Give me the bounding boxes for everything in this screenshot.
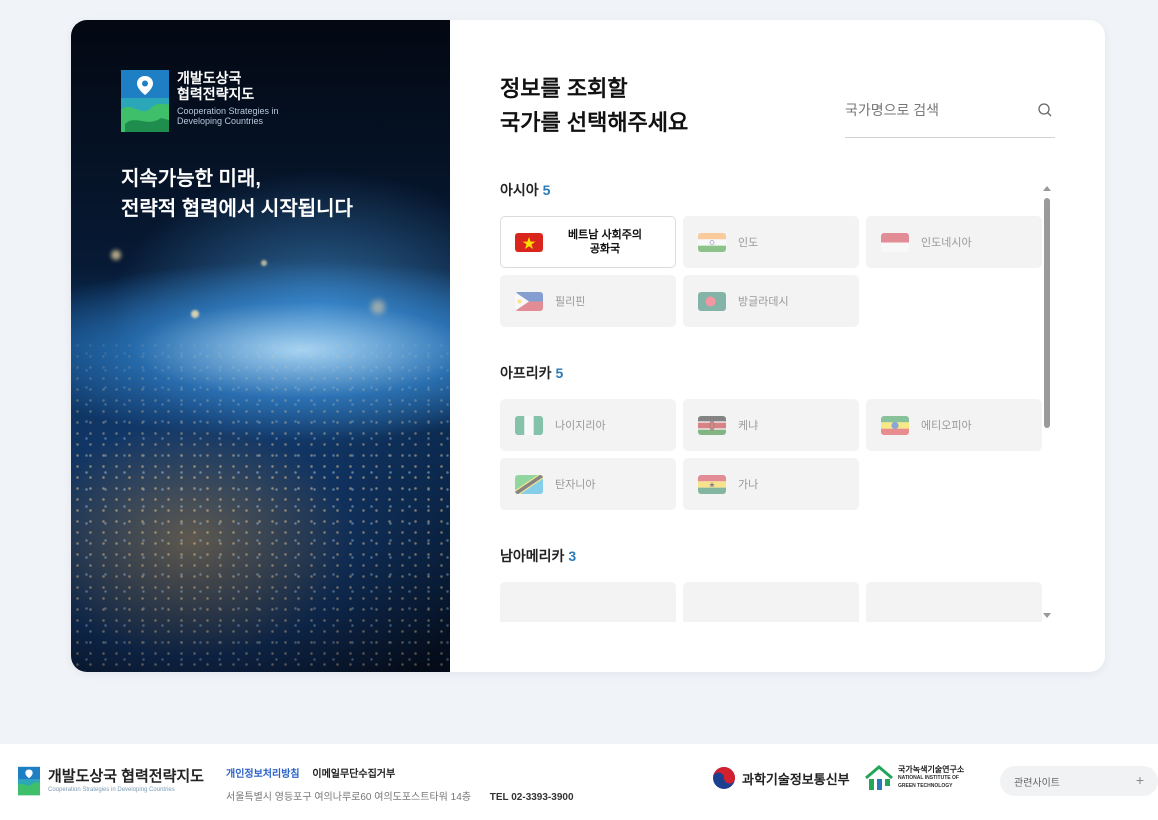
country-select-panel: 정보를 조회할 국가를 선택해주세요 아시아5베트남 사회주의 공화국인도인도네…	[450, 20, 1105, 672]
country-label: 필리핀	[555, 296, 586, 308]
scroll-down-arrow-icon[interactable]	[1043, 613, 1051, 618]
bangladesh-flag-icon	[698, 291, 726, 311]
footer: 개발도상국 협력전략지도 Cooperation Strategies in D…	[0, 744, 1158, 820]
region-name: 남아메리카	[500, 548, 565, 564]
country-option-button[interactable]: 방글라데시	[683, 275, 859, 327]
country-option-button[interactable]: 베트남 사회주의 공화국	[500, 216, 676, 268]
country-label: 나이지리아	[555, 420, 606, 432]
region-section: 아프리카 5 나이지리아 케냐 에티오피아탄자니아 가나	[500, 363, 1045, 510]
brand-name-en: Cooperation Strategies in Developing Cou…	[177, 106, 279, 126]
region-name: 아시아	[500, 182, 539, 198]
country-option-button[interactable]: 나이지리아	[500, 399, 676, 451]
footer-links: 개인정보처리방침 이메일무단수집거부	[226, 765, 395, 780]
country-label: 인도네시아	[921, 237, 972, 249]
footer-brand-ko: 개발도상국 협력전략지도	[48, 768, 204, 785]
region-count: 5	[542, 182, 551, 198]
tanzania-flag-icon	[515, 474, 543, 494]
search-icon[interactable]	[1037, 102, 1053, 118]
footer-brand[interactable]: 개발도상국 협력전략지도 Cooperation Strategies in D…	[18, 766, 204, 796]
search-box	[845, 96, 1055, 138]
country-option-button[interactable]: 케냐	[683, 399, 859, 451]
region-heading: 아시아 5	[500, 180, 1045, 202]
brand-name-ko: 개발도상국 협력전략지도	[177, 70, 255, 102]
main-card: 개발도상국 협력전략지도 Cooperation Strategies in D…	[71, 20, 1105, 672]
country-label: 베트남 사회주의 공화국	[568, 229, 642, 255]
kenya-flag-icon	[698, 415, 726, 435]
bokeh-light	[371, 300, 385, 314]
country-grid: 베트남 사회주의 공화국 인도 인도네시아필리핀 방글라데시	[500, 216, 1045, 327]
footer-brand-en: Cooperation Strategies in Developing Cou…	[48, 787, 175, 793]
map-pin-logo-icon	[121, 70, 169, 132]
region-count: 5	[555, 365, 564, 381]
country-label: 케냐	[738, 420, 759, 432]
country-label: 인도	[738, 237, 759, 249]
nigeria-flag-icon	[515, 415, 543, 435]
country-option-button[interactable]: 에티오피아	[866, 399, 1042, 451]
ghana-flag-icon	[698, 474, 726, 494]
region-name: 아프리카	[500, 365, 552, 381]
map-pin-logo-icon	[18, 766, 40, 796]
country-option-button[interactable]: 가나	[683, 458, 859, 510]
bokeh-light	[261, 260, 267, 266]
country-label: 방글라데시	[738, 296, 789, 308]
country-option-button[interactable]: 필리핀	[500, 275, 676, 327]
india-flag-icon	[698, 232, 726, 252]
country-option-button[interactable]	[683, 582, 859, 622]
region-section: 아시아 5 베트남 사회주의 공화국 인도 인도네시아필리핀 방글라데시	[500, 180, 1045, 327]
hero-panel: 개발도상국 협력전략지도 Cooperation Strategies in D…	[71, 20, 450, 672]
email-policy-link[interactable]: 이메일무단수집거부	[312, 769, 395, 780]
ministry-logo[interactable]: 과학기술정보통신부	[712, 766, 850, 790]
scroll-up-arrow-icon[interactable]	[1043, 186, 1051, 191]
country-option-button[interactable]	[866, 582, 1042, 622]
footer-address: 서울특별시 영등포구 여의나루로60 여의도포스트타워 14층 TEL 02-3…	[226, 788, 574, 803]
country-option-button[interactable]: 인도네시아	[866, 216, 1042, 268]
country-option-button[interactable]: 인도	[683, 216, 859, 268]
country-option-button[interactable]	[500, 582, 676, 622]
brand-logo[interactable]: 개발도상국 협력전략지도 Cooperation Strategies in D…	[121, 70, 279, 132]
hero-title: 지속가능한 미래, 전략적 협력에서 시작됩니다	[121, 168, 353, 220]
region-list[interactable]: 아시아 5 베트남 사회주의 공화국 인도 인도네시아 필리핀 방글라데시 아프리카 5 나이지리…	[500, 180, 1045, 622]
country-search-input[interactable]	[845, 96, 1025, 124]
plus-icon: +	[1135, 772, 1144, 788]
region-heading: 남아메리카 3	[500, 546, 1045, 568]
philippines-flag-icon	[515, 291, 543, 311]
bokeh-light	[111, 250, 121, 260]
institute-mark-icon	[865, 765, 893, 790]
taegeuk-icon	[713, 767, 735, 789]
vietnam-flag-icon	[515, 232, 543, 252]
country-label: 탄자니아	[555, 479, 596, 491]
country-grid	[500, 582, 1045, 622]
country-label: 가나	[738, 479, 759, 491]
region-heading: 아프리카 5	[500, 363, 1045, 385]
institute-name-en-2: GREEN TECHNOLOGY	[898, 783, 953, 789]
country-grid: 나이지리아 케냐 에티오피아탄자니아 가나	[500, 399, 1045, 510]
ministry-name: 과학기술정보통신부	[742, 771, 850, 787]
related-sites-label: 관련사이트	[1014, 777, 1060, 789]
country-option-button[interactable]: 탄자니아	[500, 458, 676, 510]
scrollbar-thumb[interactable]	[1044, 198, 1050, 428]
bokeh-light	[191, 310, 199, 318]
telephone-text: TEL 02-3393-3900	[489, 792, 574, 803]
indonesia-flag-icon	[881, 232, 909, 252]
region-count: 3	[568, 548, 577, 564]
related-sites-dropdown[interactable]: 관련사이트 +	[1000, 766, 1158, 796]
institute-logo[interactable]: 국가녹색기술연구소 NATIONAL INSTITUTE OF GREEN TE…	[864, 764, 964, 792]
address-text: 서울특별시 영등포구 여의나루로60 여의도포스트타워 14층	[226, 792, 471, 803]
panel-title: 정보를 조회할 국가를 선택해주세요	[500, 76, 689, 135]
scrollbar[interactable]	[1042, 186, 1052, 618]
city-lights-texture	[71, 340, 450, 672]
country-label: 에티오피아	[921, 420, 972, 432]
region-section: 남아메리카 3	[500, 546, 1045, 622]
institute-name-ko: 국가녹색기술연구소	[898, 765, 965, 774]
ethiopia-flag-icon	[881, 415, 909, 435]
privacy-policy-link[interactable]: 개인정보처리방침	[226, 769, 300, 780]
institute-name-en-1: NATIONAL INSTITUTE OF	[898, 775, 959, 781]
